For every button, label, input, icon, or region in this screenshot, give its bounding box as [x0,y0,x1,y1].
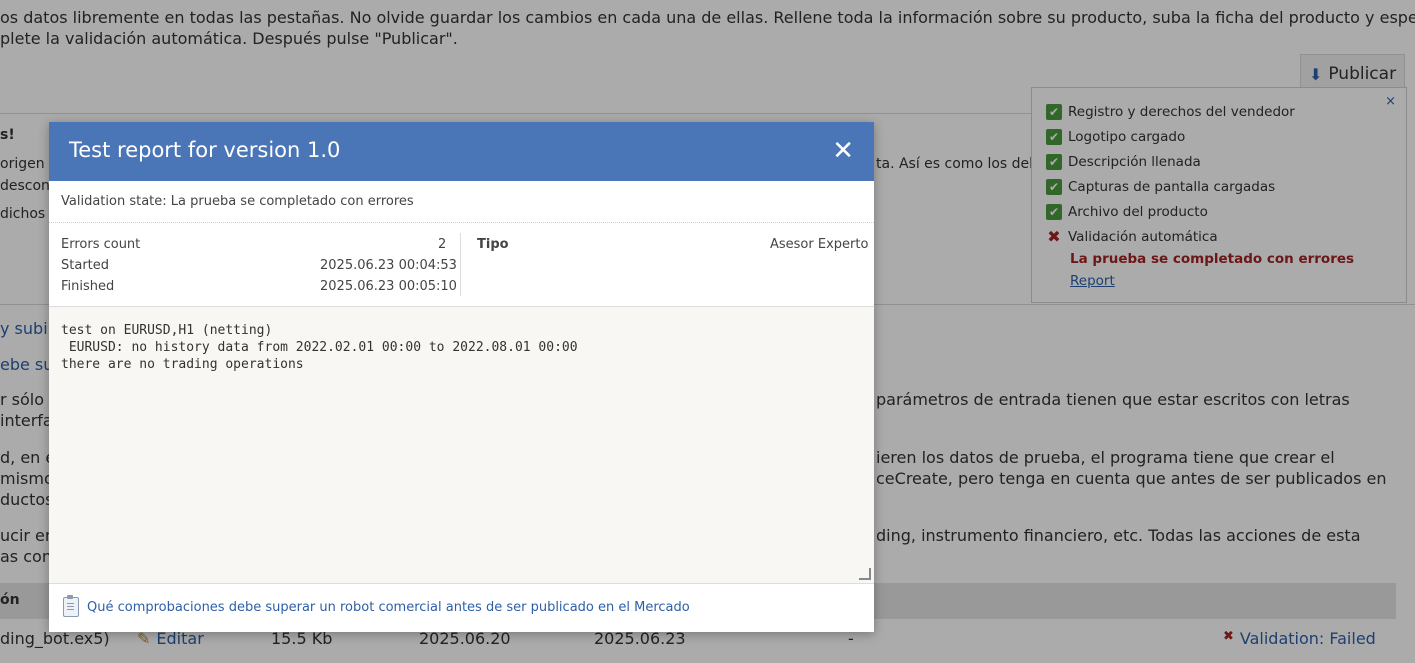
requirements-link[interactable]: Qué comprobaciones debe superar un robot… [63,595,690,617]
dialog-title: Test report for version 1.0 [69,138,341,162]
resize-handle[interactable] [859,568,871,580]
dialog-header: Test report for version 1.0 ✕ [49,122,874,181]
log-output[interactable]: test on EURUSD,H1 (netting) EURUSD: no h… [49,306,874,584]
finished-label: Finished [61,279,115,294]
column-separator [460,233,461,296]
log-text: test on EURUSD,H1 (netting) EURUSD: no h… [61,323,578,372]
close-icon[interactable]: ✕ [832,136,854,166]
errors-count-label: Errors count [61,237,141,252]
test-report-dialog: Test report for version 1.0 ✕ Validation… [49,122,874,632]
validation-state: Validation state: La prueba se completad… [61,194,414,209]
errors-count-value: 2 [438,237,447,252]
tipo-value: Asesor Experto [770,237,869,252]
started-value: 2025.06.23 00:04:53 [320,258,457,273]
started-label: Started [61,258,110,273]
divider [49,222,874,223]
tipo-label: Tipo [477,237,509,252]
clipboard-icon [63,595,79,617]
requirements-link-label: Qué comprobaciones debe superar un robot… [87,599,690,615]
finished-value: 2025.06.23 00:05:10 [320,279,457,294]
